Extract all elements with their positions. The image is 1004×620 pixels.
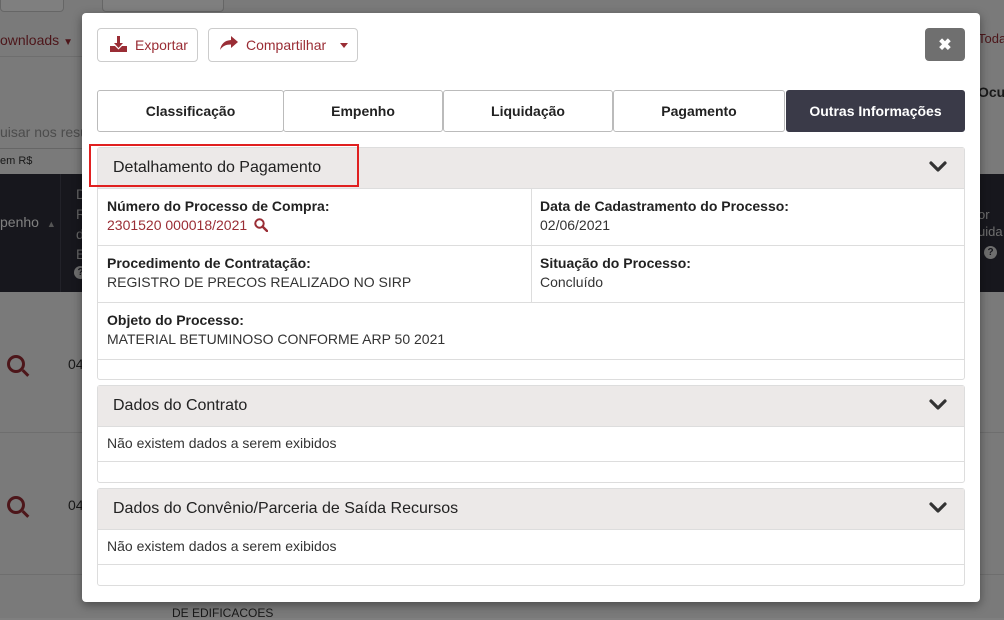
chevron-down-icon[interactable]: [927, 497, 949, 519]
share-button[interactable]: Compartilhar: [208, 28, 358, 62]
process-number-value: 2301520 000018/2021: [107, 217, 248, 233]
field-value: REGISTRO DE PRECOS REALIZADO NO SIRP: [107, 274, 412, 290]
tab-classificacao[interactable]: Classificação: [97, 90, 284, 132]
field-objeto-processo: Objeto do Processo: MATERIAL BETUMINOSO …: [98, 302, 964, 359]
field-label: Situação do Processo:: [540, 255, 691, 271]
tab-bar: Classificação Empenho Liquidação Pagamen…: [97, 90, 965, 132]
export-button[interactable]: Exportar: [97, 28, 198, 62]
field-procedimento-contratacao: Procedimento de Contratação: REGISTRO DE…: [98, 245, 531, 302]
field-value: 02/06/2021: [540, 217, 611, 233]
export-label: Exportar: [135, 37, 188, 53]
panel-header[interactable]: Dados do Convênio/Parceria de Saída Recu…: [98, 489, 964, 530]
highlight-box: [89, 144, 359, 187]
chevron-down-icon[interactable]: [927, 156, 949, 178]
divider: [531, 188, 532, 302]
field-situacao-processo: Situação do Processo: Concluído: [531, 245, 964, 302]
field-data-cadastramento: Data de Cadastramento do Processo: 02/06…: [531, 188, 964, 245]
field-label: Procedimento de Contratação:: [107, 255, 311, 271]
tab-label: Classificação: [145, 103, 236, 119]
tab-empenho[interactable]: Empenho: [283, 90, 443, 132]
tab-pagamento[interactable]: Pagamento: [613, 90, 785, 132]
empty-message: Não existem dados a serem exibidos: [98, 529, 964, 565]
tab-label: Pagamento: [661, 103, 737, 119]
chevron-down-icon[interactable]: [927, 394, 949, 416]
details-modal: Exportar Compartilhar ✖ Classificação Em…: [82, 13, 980, 602]
field-label: Objeto do Processo:: [107, 312, 244, 328]
close-icon: ✖: [938, 36, 952, 54]
share-label: Compartilhar: [246, 37, 327, 53]
empty-message: Não existem dados a serem exibidos: [98, 426, 964, 462]
tab-label: Outras Informações: [809, 103, 942, 119]
panel-header[interactable]: Dados do Contrato: [98, 386, 964, 427]
close-button[interactable]: ✖: [925, 28, 965, 61]
tab-liquidacao[interactable]: Liquidação: [443, 90, 613, 132]
share-icon: [220, 36, 238, 54]
panel-dados-convenio: Dados do Convênio/Parceria de Saída Recu…: [97, 488, 965, 586]
process-details-grid: Número do Processo de Compra: 2301520 00…: [98, 188, 964, 360]
panel-dados-contrato: Dados do Contrato Não existem dados a se…: [97, 385, 965, 483]
tab-label: Empenho: [331, 103, 395, 119]
field-numero-processo: Número do Processo de Compra: 2301520 00…: [98, 188, 531, 245]
field-value: MATERIAL BETUMINOSO CONFORME ARP 50 2021: [107, 331, 446, 347]
search-icon: [254, 218, 269, 233]
caret-down-icon: [340, 42, 349, 48]
tab-outras-informacoes[interactable]: Outras Informações: [786, 90, 965, 132]
field-value: Concluído: [540, 274, 604, 290]
panel-title: Dados do Contrato: [113, 397, 248, 414]
field-label: Número do Processo de Compra:: [107, 198, 330, 214]
download-icon: [110, 35, 127, 55]
field-label: Data de Cadastramento do Processo:: [540, 198, 789, 214]
tab-label: Liquidação: [491, 103, 565, 119]
panel-title: Dados do Convênio/Parceria de Saída Recu…: [113, 500, 459, 517]
process-number-link[interactable]: 2301520 000018/2021: [107, 217, 522, 233]
